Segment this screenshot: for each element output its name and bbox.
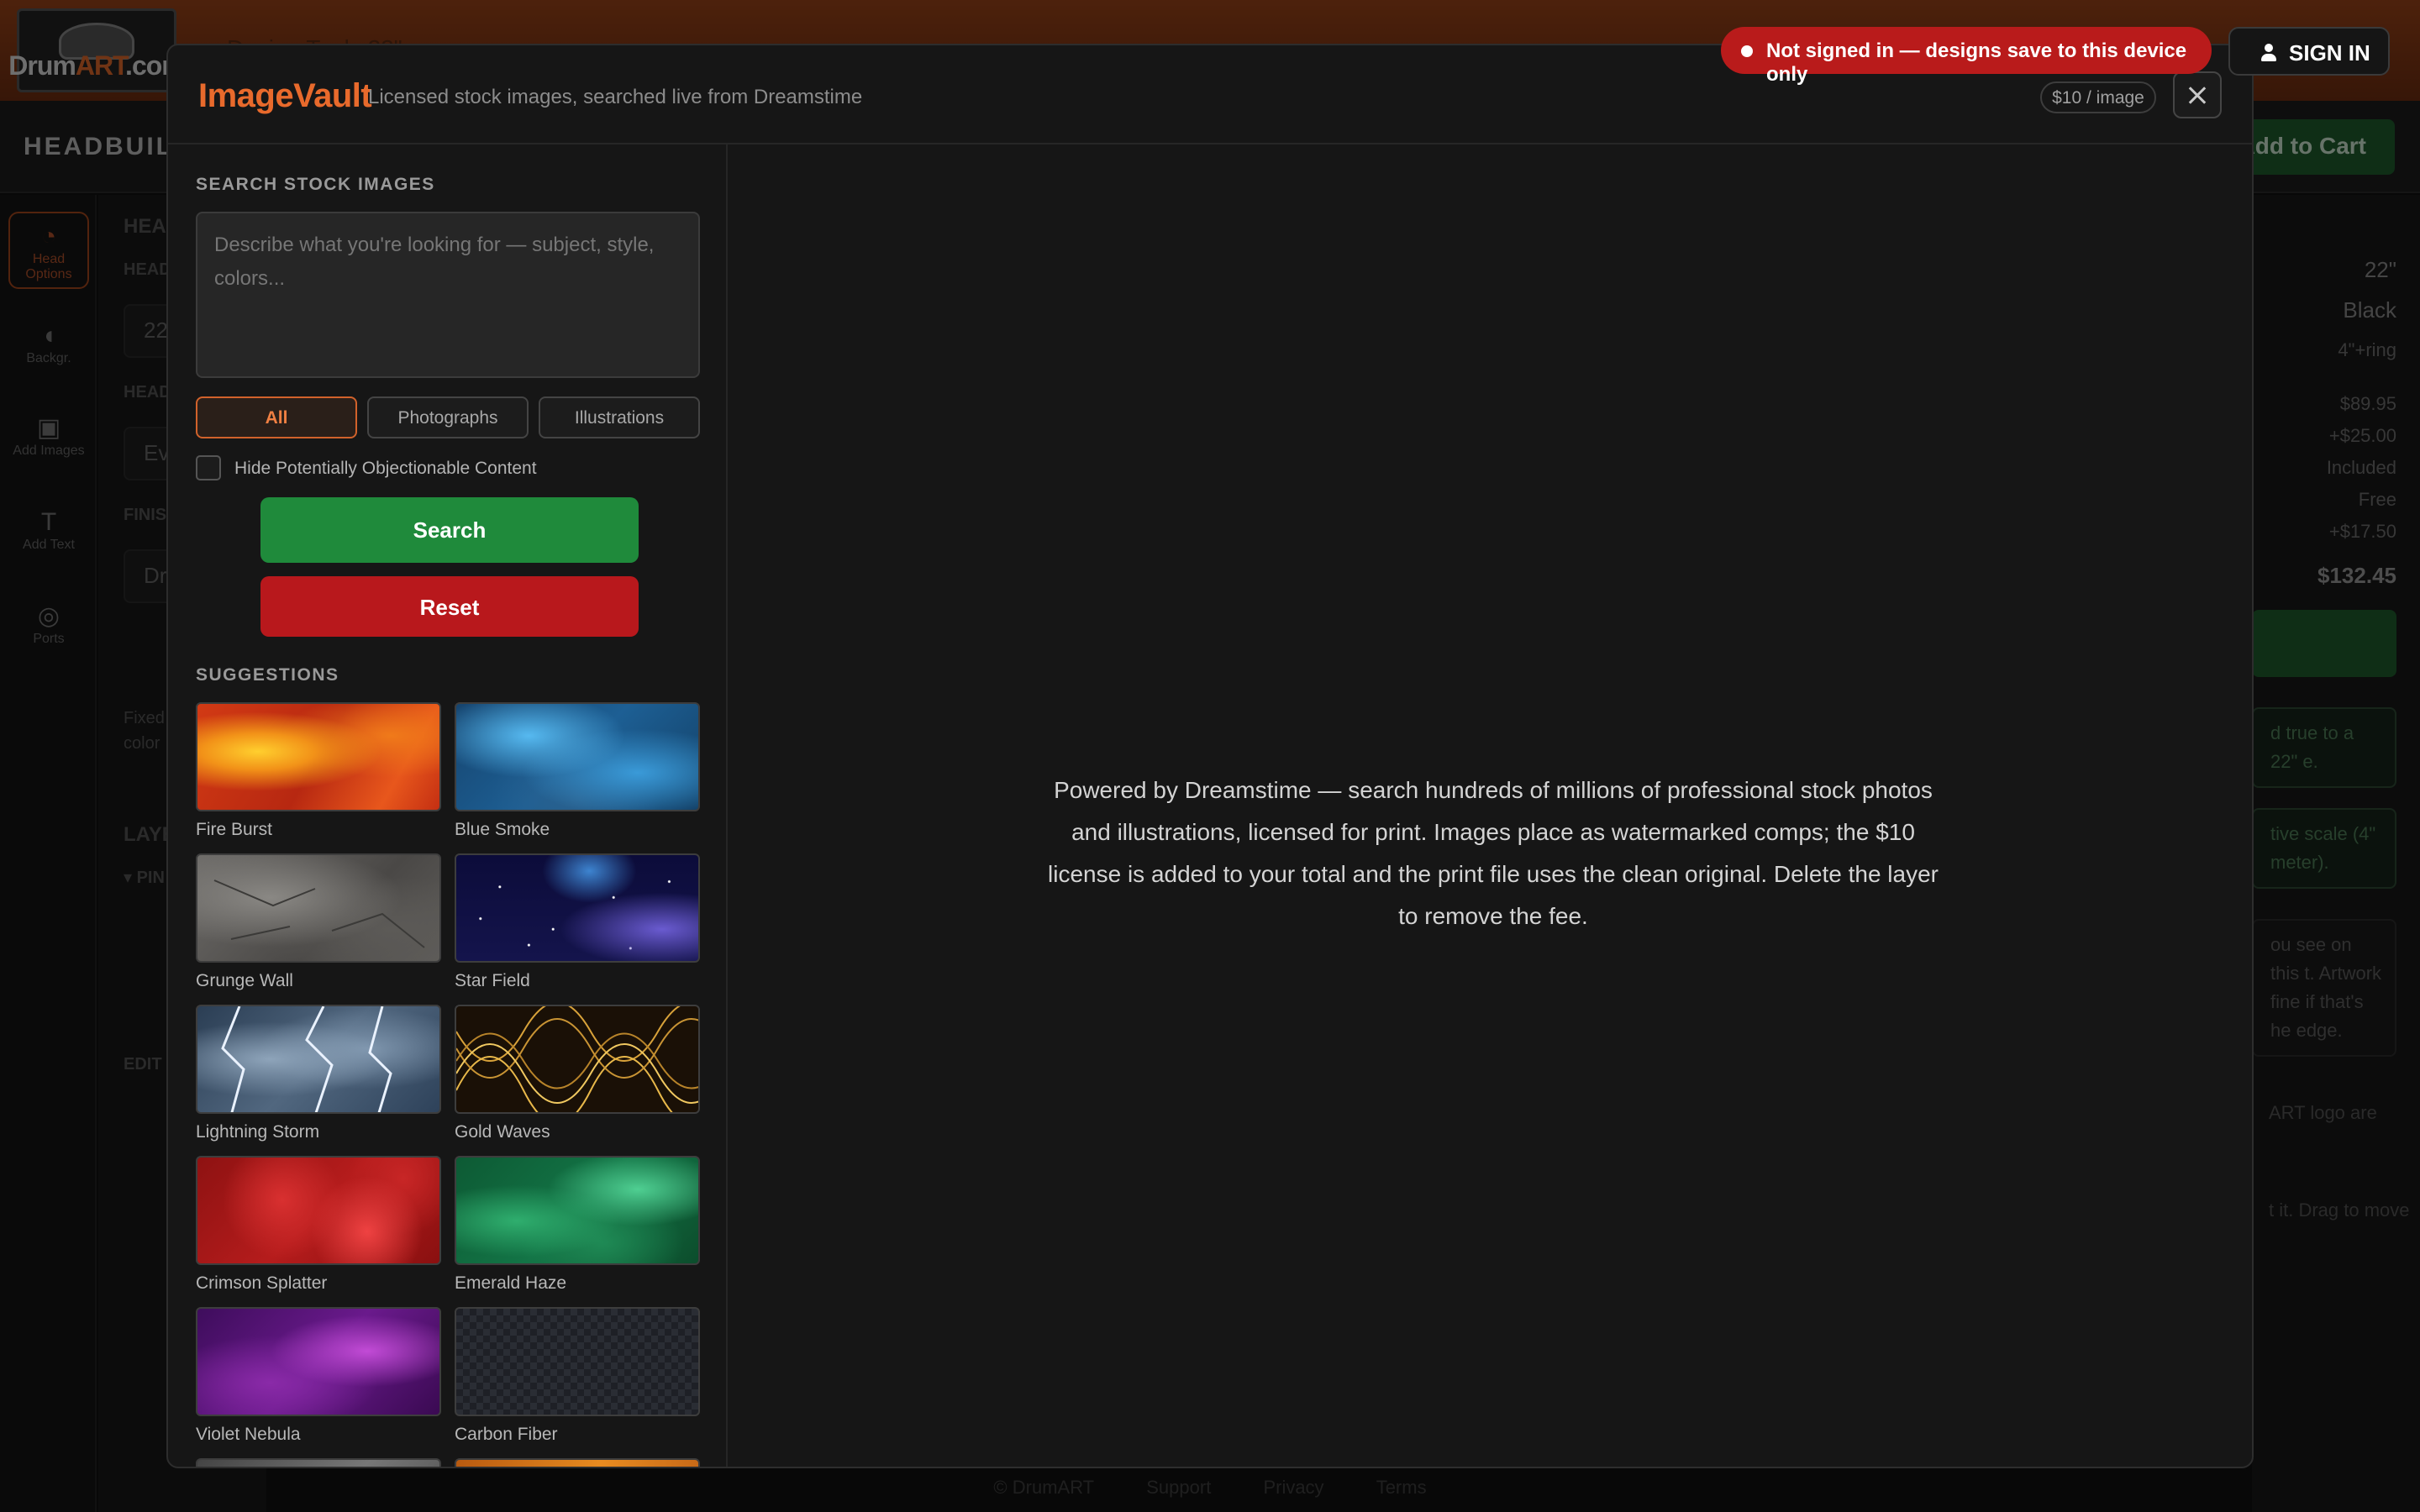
suggestion-tile[interactable]: Gold Waves (455, 1005, 700, 1142)
suggestion-thumbnail[interactable] (455, 1307, 700, 1416)
suggestion-tile[interactable]: Blue Smoke (455, 702, 700, 840)
suggestion-tile[interactable]: Emerald Haze (455, 1156, 700, 1294)
suggestion-tile[interactable]: Crimson Splatter (196, 1156, 441, 1294)
suggestion-label: Emerald Haze (455, 1273, 567, 1293)
suggestion-tile[interactable]: Lightning Storm (196, 1005, 441, 1142)
suggestion-label: Blue Smoke (455, 820, 550, 839)
imagevault-modal: ImageVault Licensed stock images, search… (166, 44, 2254, 1468)
info-text: Powered by Dreamstime — search hundreds … (1048, 777, 1939, 929)
suggestion-label: Grunge Wall (196, 971, 293, 990)
suggestion-label: Fire Burst (196, 820, 273, 839)
sign-in-label: SIGN IN (2289, 40, 2370, 66)
results-empty-state: Powered by Dreamstime — search hundreds … (731, 769, 2252, 937)
suggestion-thumbnail[interactable] (196, 1458, 441, 1467)
suggestion-tile[interactable] (455, 1458, 700, 1467)
close-icon[interactable] (2173, 71, 2222, 118)
suggestion-tile[interactable]: Fire Burst (196, 702, 441, 840)
search-input[interactable] (196, 212, 700, 378)
status-dot-icon (1741, 45, 1753, 57)
suggestion-tile[interactable]: Grunge Wall (196, 853, 441, 991)
suggestion-thumbnail[interactable] (196, 702, 441, 811)
grunge-texture (213, 879, 425, 948)
search-section-label: SEARCH STOCK IMAGES (196, 175, 435, 194)
suggestion-thumbnail[interactable] (196, 1307, 441, 1416)
suggestion-tile[interactable]: Star Field (455, 853, 700, 991)
suggestion-thumbnail[interactable] (455, 1005, 700, 1114)
suggestion-label: Star Field (455, 971, 530, 990)
reset-button[interactable]: Reset (260, 576, 639, 637)
results-area: Powered by Dreamstime — search hundreds … (731, 144, 2252, 1467)
gold-wave-lines (456, 1006, 698, 1112)
suggestion-tile[interactable]: Carbon Fiber (455, 1307, 700, 1445)
suggestion-thumbnail[interactable] (455, 702, 700, 811)
filter-photographs-button[interactable]: Photographs (367, 396, 529, 438)
suggestion-label: Carbon Fiber (455, 1425, 558, 1444)
modal-subtitle: Licensed stock images, searched live fro… (368, 86, 863, 108)
suggestion-tile[interactable]: Violet Nebula (196, 1307, 441, 1445)
search-button[interactable]: Search (260, 497, 639, 563)
suggestion-thumbnail[interactable] (196, 853, 441, 963)
hide-objectionable-label[interactable]: Hide Potentially Objectionable Content (234, 459, 537, 479)
suggestion-thumbnail[interactable] (455, 853, 700, 963)
suggestion-tile[interactable] (196, 1458, 441, 1467)
suggestion-thumbnail[interactable] (196, 1005, 441, 1114)
user-icon (2260, 44, 2277, 62)
sign-in-button[interactable]: SIGN IN (2228, 27, 2390, 76)
price-badge: $10 / image (2040, 81, 2156, 113)
modal-title: ImageVault (198, 77, 372, 114)
suggestions-label: SUGGESTIONS (196, 665, 339, 685)
suggestion-label: Violet Nebula (196, 1425, 301, 1444)
search-sidebar: SEARCH STOCK IMAGES All Photographs Illu… (168, 144, 728, 1467)
suggestion-thumbnail[interactable] (455, 1458, 700, 1467)
suggestion-label: Lightning Storm (196, 1122, 320, 1142)
not-signed-in-toast: Not signed in — designs save to this dev… (1721, 27, 2212, 86)
suggestion-label: Gold Waves (455, 1122, 550, 1142)
lightning-bolts (221, 1006, 392, 1112)
hide-objectionable-checkbox[interactable] (196, 455, 221, 480)
suggestion-thumbnail[interactable] (196, 1156, 441, 1265)
filter-illustrations-button[interactable]: Illustrations (539, 396, 700, 438)
suggestion-label: Crimson Splatter (196, 1273, 328, 1293)
suggestion-thumbnail[interactable] (455, 1156, 700, 1265)
filter-all-button[interactable]: All (196, 396, 357, 438)
